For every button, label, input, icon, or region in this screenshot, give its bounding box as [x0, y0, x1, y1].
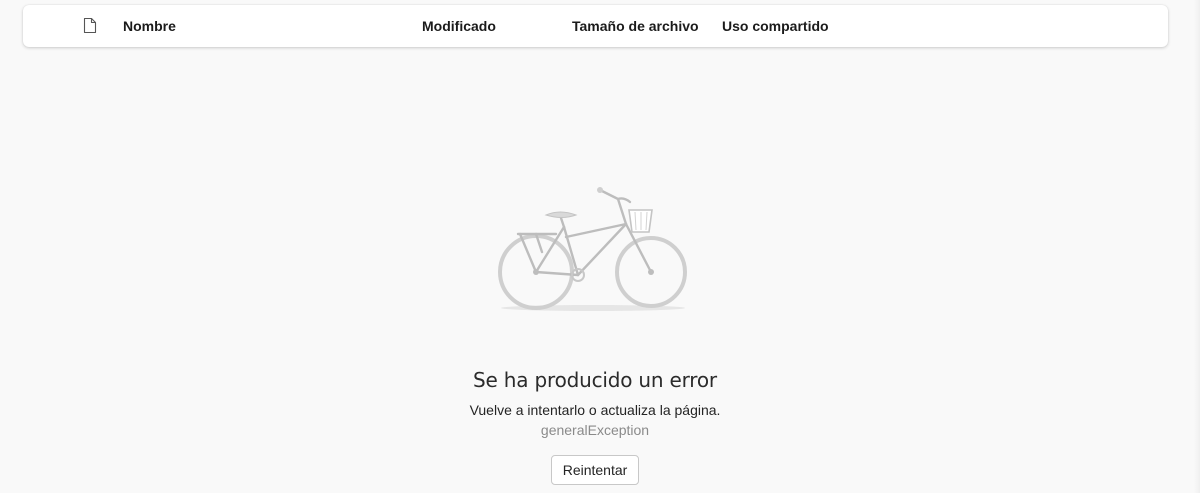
column-header-file-size[interactable]: Tamaño de archivo — [572, 5, 699, 47]
column-header-sharing[interactable]: Uso compartido — [722, 5, 829, 47]
error-title: Se ha producido un error — [473, 368, 717, 392]
file-list-page: Nombre Modificado Tamaño de archivo Uso … — [0, 0, 1200, 493]
column-header-modified[interactable]: Modificado — [422, 5, 496, 47]
window-edge — [1194, 0, 1200, 493]
bicycle-illustration — [490, 182, 696, 318]
error-message: Vuelve a intentarlo o actualiza la págin… — [469, 402, 721, 418]
error-code: generalException — [540, 422, 650, 438]
column-header-bar: Nombre Modificado Tamaño de archivo Uso … — [23, 5, 1168, 47]
column-header-name[interactable]: Nombre — [123, 5, 176, 47]
retry-button[interactable]: Reintentar — [551, 455, 639, 485]
file-icon[interactable] — [83, 17, 97, 34]
